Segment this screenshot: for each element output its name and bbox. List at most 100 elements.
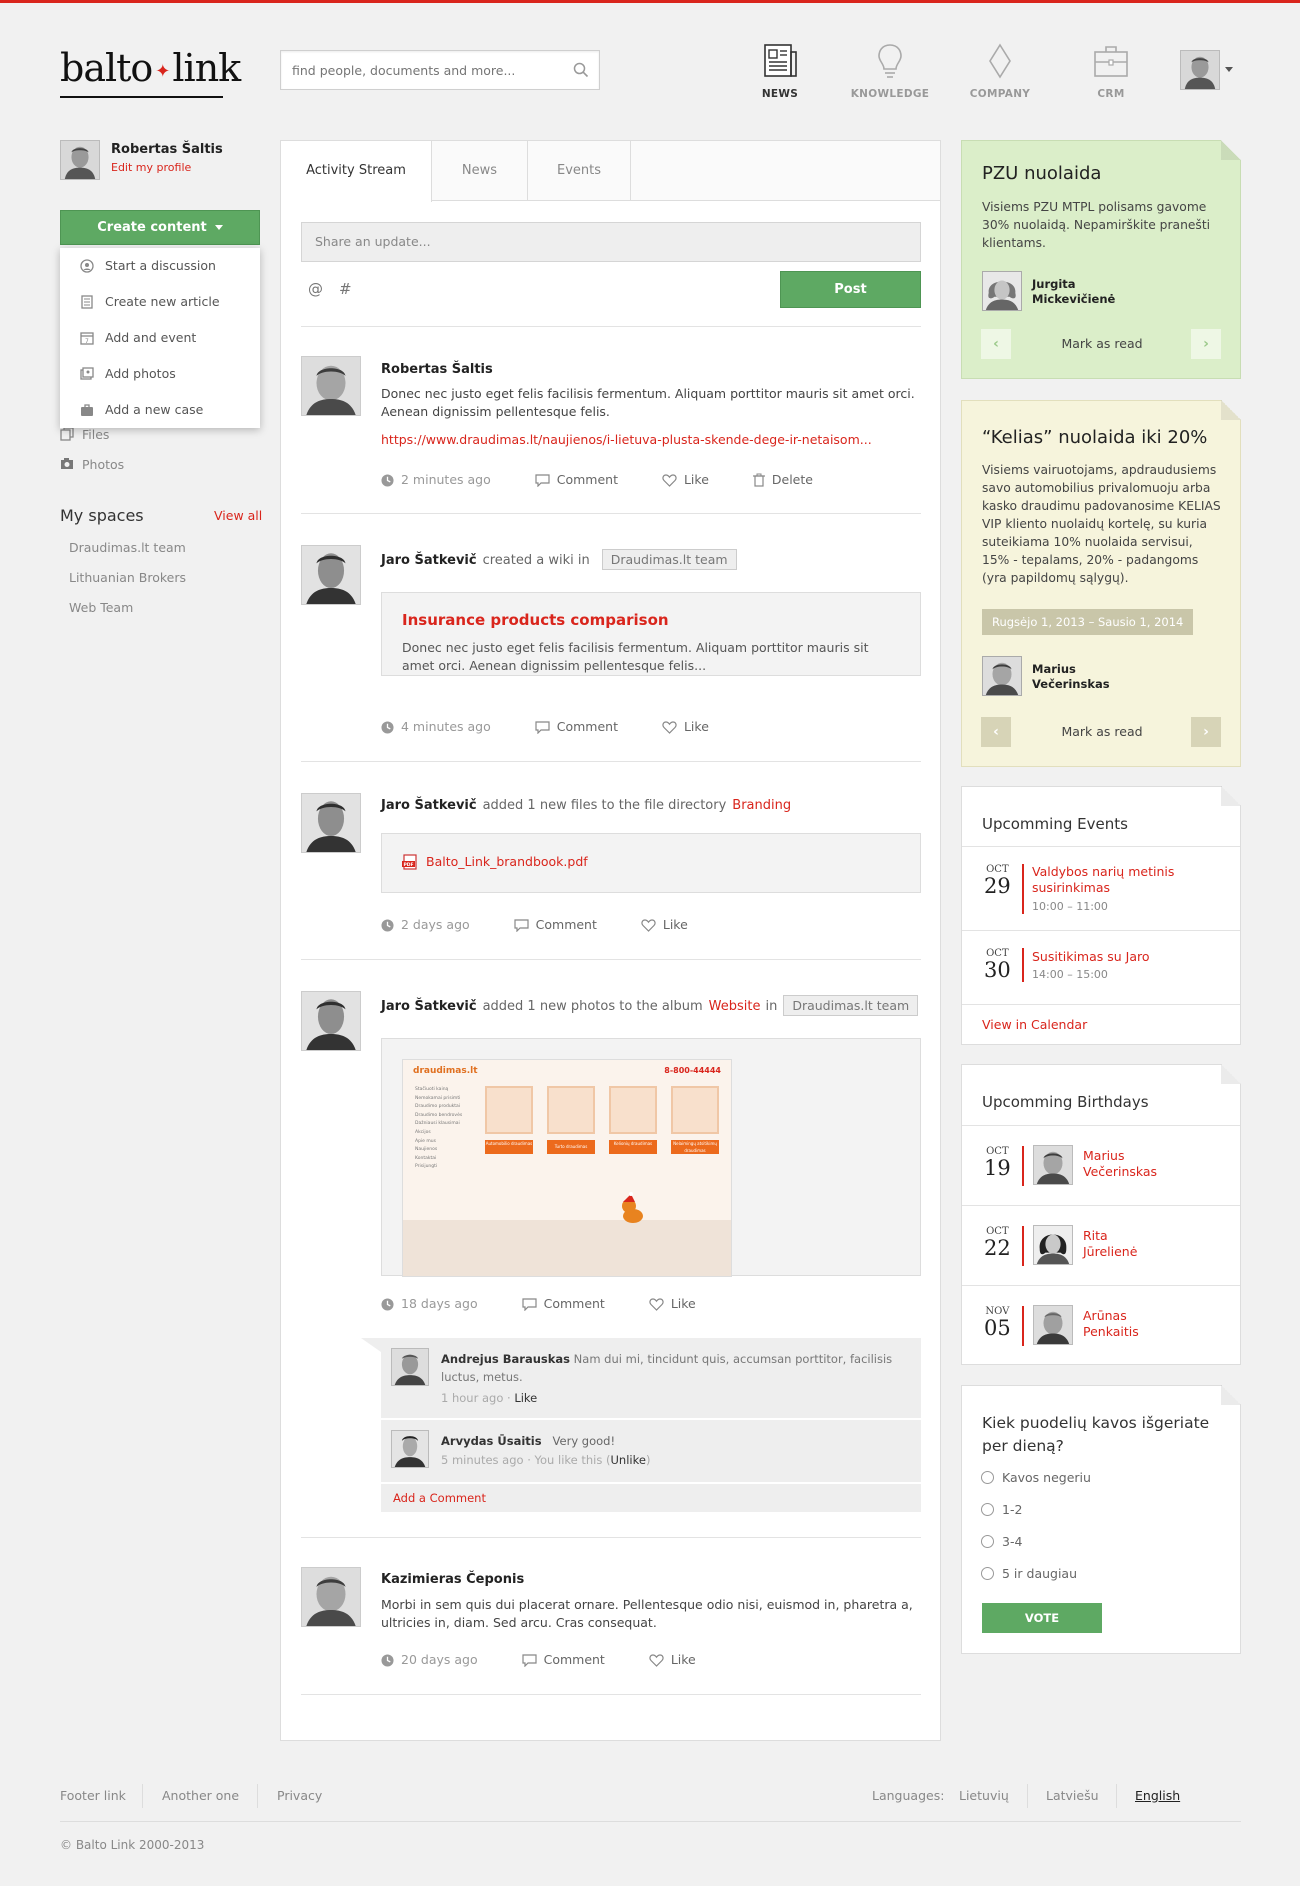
poll-option[interactable]: 1-2 bbox=[981, 1502, 1022, 1517]
wiki-title[interactable]: Insurance products comparison bbox=[402, 611, 669, 629]
tab-events[interactable]: Events bbox=[528, 141, 631, 201]
birthday-avatar[interactable] bbox=[1033, 1225, 1073, 1265]
like-button[interactable]: Like bbox=[649, 1652, 696, 1667]
menu-add-photos[interactable]: Add photos bbox=[60, 356, 260, 392]
prev-notice-button[interactable]: ‹ bbox=[981, 329, 1011, 359]
spaces-view-all-link[interactable]: View all bbox=[214, 508, 262, 523]
my-name[interactable]: Robertas Šaltis bbox=[111, 142, 223, 157]
notice-author-avatar[interactable] bbox=[982, 271, 1022, 311]
nav-crm[interactable]: CRM bbox=[1066, 42, 1156, 100]
notice-author[interactable]: Marius Večerinskas bbox=[1032, 662, 1110, 692]
post-author[interactable]: Jaro Šatkevič bbox=[381, 798, 477, 813]
search-input[interactable] bbox=[281, 51, 551, 89]
language-lv[interactable]: Latviešu bbox=[1046, 1788, 1099, 1803]
menu-start-discussion[interactable]: Start a discussion bbox=[60, 248, 260, 284]
birthday-person[interactable]: Arūnas Penkaitis bbox=[1083, 1308, 1223, 1340]
comment-button[interactable]: Comment bbox=[521, 1296, 605, 1312]
radio-button[interactable] bbox=[981, 1503, 994, 1516]
like-button[interactable]: Like bbox=[662, 472, 709, 487]
delete-button[interactable]: Delete bbox=[752, 472, 813, 487]
comment-author[interactable]: Arvydas Ūsaitis bbox=[441, 1434, 542, 1448]
nav-company[interactable]: COMPANY bbox=[955, 42, 1045, 100]
poll-option[interactable]: 3-4 bbox=[981, 1534, 1022, 1549]
search-icon[interactable] bbox=[573, 62, 589, 78]
comment-button[interactable]: Comment bbox=[535, 719, 618, 735]
mark-as-read-button[interactable]: Mark as read bbox=[1022, 724, 1182, 739]
user-menu-caret[interactable] bbox=[1225, 67, 1233, 72]
comment-button[interactable]: Comment bbox=[521, 1652, 605, 1668]
notice-author[interactable]: Jurgita Mickevičienė bbox=[1032, 277, 1115, 307]
comment-button[interactable]: Comment bbox=[535, 472, 618, 488]
space-tag[interactable]: Draudimas.lt team bbox=[783, 995, 919, 1016]
post-author[interactable]: Jaro Šatkevič bbox=[381, 553, 477, 568]
album-link[interactable]: Website bbox=[709, 999, 761, 1014]
post-avatar[interactable] bbox=[301, 991, 361, 1051]
like-button[interactable]: Like bbox=[649, 1296, 696, 1311]
post-avatar[interactable] bbox=[301, 356, 361, 416]
wiki-preview[interactable]: Insurance products comparison Donec nec … bbox=[381, 592, 921, 676]
post-avatar[interactable] bbox=[301, 1567, 361, 1627]
header-avatar[interactable] bbox=[1180, 50, 1220, 90]
footer-link[interactable]: Footer link bbox=[60, 1788, 126, 1803]
like-button[interactable]: Like bbox=[641, 917, 688, 932]
prev-notice-button[interactable]: ‹ bbox=[981, 717, 1011, 747]
tab-news[interactable]: News bbox=[432, 141, 528, 201]
website-screenshot[interactable]: draudimas.lt 8-800-44444 Stačiuoti kainą… bbox=[402, 1059, 732, 1277]
space-item[interactable]: Web Team bbox=[69, 600, 133, 615]
post-avatar[interactable] bbox=[301, 545, 361, 605]
event-title[interactable]: Susitikimas su Jaro bbox=[1032, 949, 1222, 965]
notice-author-avatar[interactable] bbox=[982, 656, 1022, 696]
birthday-person[interactable]: Rita Jūrelienė bbox=[1083, 1228, 1223, 1260]
post-author[interactable]: Jaro Šatkevič bbox=[381, 999, 477, 1014]
post-link[interactable]: https://www.draudimas.lt/naujienos/i-lie… bbox=[381, 432, 872, 447]
footer-privacy-link[interactable]: Privacy bbox=[277, 1788, 322, 1803]
comment-unlike-link[interactable]: Unlike bbox=[611, 1453, 646, 1467]
space-tag[interactable]: Draudimas.lt team bbox=[601, 549, 737, 570]
post-avatar[interactable] bbox=[301, 793, 361, 853]
radio-button[interactable] bbox=[981, 1471, 994, 1484]
post-button[interactable]: Post bbox=[780, 271, 921, 308]
birthday-avatar[interactable] bbox=[1033, 1305, 1073, 1345]
event-title[interactable]: Valdybos narių metinis susirinkimas bbox=[1032, 864, 1222, 896]
mention-button[interactable]: @ bbox=[308, 280, 323, 298]
radio-button[interactable] bbox=[981, 1535, 994, 1548]
logo[interactable]: balto ✦link bbox=[60, 44, 241, 98]
comment-button[interactable]: Comment bbox=[514, 917, 597, 933]
comment-like-link[interactable]: Like bbox=[514, 1391, 537, 1405]
post-author[interactable]: Kazimieras Čeponis bbox=[381, 1572, 524, 1587]
next-notice-button[interactable]: › bbox=[1191, 329, 1221, 359]
file-link[interactable]: PDF Balto_Link_brandbook.pdf bbox=[402, 854, 588, 870]
like-button[interactable]: Like bbox=[662, 719, 709, 734]
hashtag-button[interactable]: # bbox=[339, 280, 352, 298]
poll-option[interactable]: Kavos negeriu bbox=[981, 1470, 1091, 1485]
post-author[interactable]: Robertas Šaltis bbox=[381, 362, 493, 377]
menu-add-event[interactable]: 7 Add and event bbox=[60, 320, 260, 356]
birthday-avatar[interactable] bbox=[1033, 1145, 1073, 1185]
view-in-calendar-link[interactable]: View in Calendar bbox=[982, 1017, 1172, 1033]
share-update-input[interactable]: Share an update... bbox=[301, 222, 921, 262]
menu-create-article[interactable]: Create new article bbox=[60, 284, 260, 320]
language-lt[interactable]: Lietuvių bbox=[959, 1788, 1009, 1803]
nav-knowledge[interactable]: KNOWLEDGE bbox=[845, 42, 935, 100]
vote-button[interactable]: VOTE bbox=[982, 1603, 1102, 1633]
birthday-person[interactable]: Marius Večerinskas bbox=[1083, 1148, 1223, 1180]
add-comment-link[interactable]: Add a Comment bbox=[381, 1484, 921, 1512]
language-en[interactable]: English bbox=[1135, 1788, 1180, 1803]
poll-option[interactable]: 5 ir daugiau bbox=[981, 1566, 1077, 1581]
tab-activity-stream[interactable]: Activity Stream bbox=[281, 141, 432, 202]
sidebar-item-photos[interactable]: Photos bbox=[60, 457, 124, 472]
space-item[interactable]: Lithuanian Brokers bbox=[69, 570, 186, 585]
space-item[interactable]: Draudimas.lt team bbox=[69, 540, 186, 555]
directory-link[interactable]: Branding bbox=[732, 798, 791, 813]
comment-author[interactable]: Andrejus Barauskas bbox=[441, 1352, 570, 1366]
my-avatar[interactable] bbox=[60, 140, 100, 180]
comment-avatar[interactable] bbox=[391, 1348, 429, 1386]
radio-button[interactable] bbox=[981, 1567, 994, 1580]
comment-avatar[interactable] bbox=[391, 1430, 429, 1468]
menu-add-case[interactable]: Add a new case bbox=[60, 392, 260, 428]
nav-news[interactable]: NEWS bbox=[735, 42, 825, 100]
next-notice-button[interactable]: › bbox=[1191, 717, 1221, 747]
sidebar-item-files[interactable]: Files bbox=[60, 427, 109, 442]
mark-as-read-button[interactable]: Mark as read bbox=[1022, 336, 1182, 351]
footer-link[interactable]: Another one bbox=[162, 1788, 239, 1803]
